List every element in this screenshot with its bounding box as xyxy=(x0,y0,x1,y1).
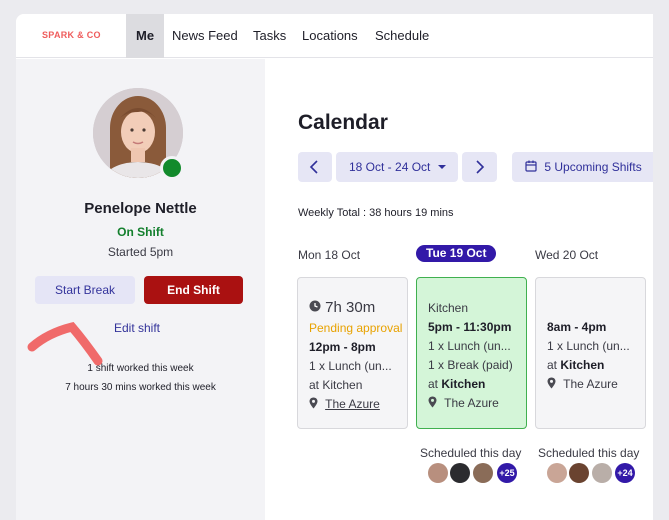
avatar[interactable] xyxy=(592,463,612,483)
at-place: Kitchen xyxy=(560,358,605,372)
more-scheduled-badge[interactable]: +24 xyxy=(615,463,635,483)
shift-location-row: The Azure xyxy=(547,377,618,391)
shift-time: 12pm - 8pm xyxy=(309,340,376,354)
shift-area-title: Kitchen xyxy=(428,301,469,315)
calendar-panel: Calendar 18 Oct - 24 Oct 5 Upcoming Shif… xyxy=(266,59,653,520)
shift-area: at Kitchen xyxy=(309,378,363,392)
calendar-icon xyxy=(525,160,537,172)
at-place: Kitchen xyxy=(441,377,486,391)
upcoming-shifts-label: 5 Upcoming Shifts xyxy=(544,160,642,174)
shifts-worked-stat: 1 shift worked this week xyxy=(87,363,194,374)
brand-logo[interactable]: SPARK & CO xyxy=(42,30,101,40)
shift-area: at Kitchen xyxy=(428,377,485,391)
shift-location-link[interactable]: The Azure xyxy=(325,397,380,411)
end-shift-button[interactable]: End Shift xyxy=(144,276,243,304)
location-pin-icon xyxy=(309,397,318,409)
shift-card-wed[interactable]: 8am - 4pm 1 x Lunch (un... at Kitchen Th… xyxy=(535,277,646,429)
profile-name: Penelope Nettle xyxy=(84,200,197,217)
scheduled-label-wed: Scheduled this day xyxy=(538,446,640,460)
pending-approval-status: Pending approval xyxy=(309,321,403,335)
shift-break-line: 1 x Lunch (un... xyxy=(309,359,392,373)
shift-lunch-line: 1 x Lunch (un... xyxy=(547,339,630,353)
hours-worked-stat: 7 hours 30 mins worked this week xyxy=(65,382,216,393)
avatar[interactable] xyxy=(473,463,493,483)
shift-location: The Azure xyxy=(563,377,618,391)
calendar-title: Calendar xyxy=(298,111,388,134)
nav-tasks[interactable]: Tasks xyxy=(253,14,286,58)
next-week-button[interactable] xyxy=(462,152,497,182)
nav-locations[interactable]: Locations xyxy=(302,14,358,58)
shift-area: at Kitchen xyxy=(547,358,604,372)
avatar[interactable] xyxy=(547,463,567,483)
avatar[interactable] xyxy=(428,463,448,483)
nav-news-feed[interactable]: News Feed xyxy=(172,14,238,58)
online-status-indicator xyxy=(160,156,184,180)
shift-card-mon[interactable]: 7h 30m Pending approval 12pm - 8pm 1 x L… xyxy=(297,277,408,429)
shift-break-line: 1 x Break (paid) xyxy=(428,358,513,372)
start-break-button[interactable]: Start Break xyxy=(35,276,135,304)
shift-status: On Shift xyxy=(117,225,164,239)
top-navigation: SPARK & CO Me News Feed Tasks Locations … xyxy=(16,14,653,58)
shift-time: 8am - 4pm xyxy=(547,320,606,334)
location-pin-icon xyxy=(547,377,556,389)
avatar[interactable] xyxy=(569,463,589,483)
at-prefix: at xyxy=(547,358,558,372)
clock-icon xyxy=(309,300,321,312)
shift-lunch-line: 1 x Lunch (un... xyxy=(428,339,511,353)
upcoming-shifts-button[interactable]: 5 Upcoming Shifts xyxy=(512,152,653,182)
shift-start-time: Started 5pm xyxy=(107,245,174,259)
date-range-dropdown[interactable]: 18 Oct - 24 Oct xyxy=(336,152,458,182)
profile-sidebar: Penelope Nettle On Shift Started 5pm Sta… xyxy=(16,59,265,520)
chevron-right-icon xyxy=(476,160,485,174)
nav-schedule[interactable]: Schedule xyxy=(375,14,429,58)
shift-time-value: 8am - 4pm xyxy=(547,320,607,334)
day-header-mon: Mon 18 Oct xyxy=(298,248,361,262)
date-range-label: 18 Oct - 24 Oct xyxy=(349,160,431,174)
edit-shift-link[interactable]: Edit shift xyxy=(16,321,265,335)
shift-time: 5pm - 11:30pm xyxy=(428,320,511,334)
shift-location-row[interactable]: The Azure xyxy=(309,397,380,411)
nav-me[interactable]: Me xyxy=(126,14,165,58)
shift-location: The Azure xyxy=(444,396,499,410)
more-scheduled-badge[interactable]: +25 xyxy=(497,463,517,483)
day-header-tue[interactable]: Tue 19 Oct xyxy=(416,245,497,262)
shift-duration: 7h 30m xyxy=(325,299,376,316)
chevron-left-icon xyxy=(309,160,318,174)
location-pin-icon xyxy=(428,396,437,408)
shift-card-tue[interactable]: Kitchen 5pm - 11:30pm 1 x Lunch (un... 1… xyxy=(416,277,527,429)
scheduled-label-tue: Scheduled this day xyxy=(420,446,522,460)
prev-week-button[interactable] xyxy=(298,152,332,182)
shift-location-row: The Azure xyxy=(428,396,499,410)
avatar[interactable] xyxy=(450,463,470,483)
app-window: SPARK & CO Me News Feed Tasks Locations … xyxy=(16,14,653,520)
shift-time-value: 5pm - 11:30pm xyxy=(428,320,512,334)
weekly-total: Weekly Total : 38 hours 19 mins xyxy=(298,207,454,219)
shift-time-value: 12pm - 8pm xyxy=(309,340,376,354)
shift-duration-row: 7h 30m xyxy=(309,299,375,316)
caret-down-icon xyxy=(437,165,446,169)
day-header-wed: Wed 20 Oct xyxy=(535,248,599,262)
annotation-stroke xyxy=(27,321,103,366)
at-prefix: at xyxy=(428,377,439,391)
